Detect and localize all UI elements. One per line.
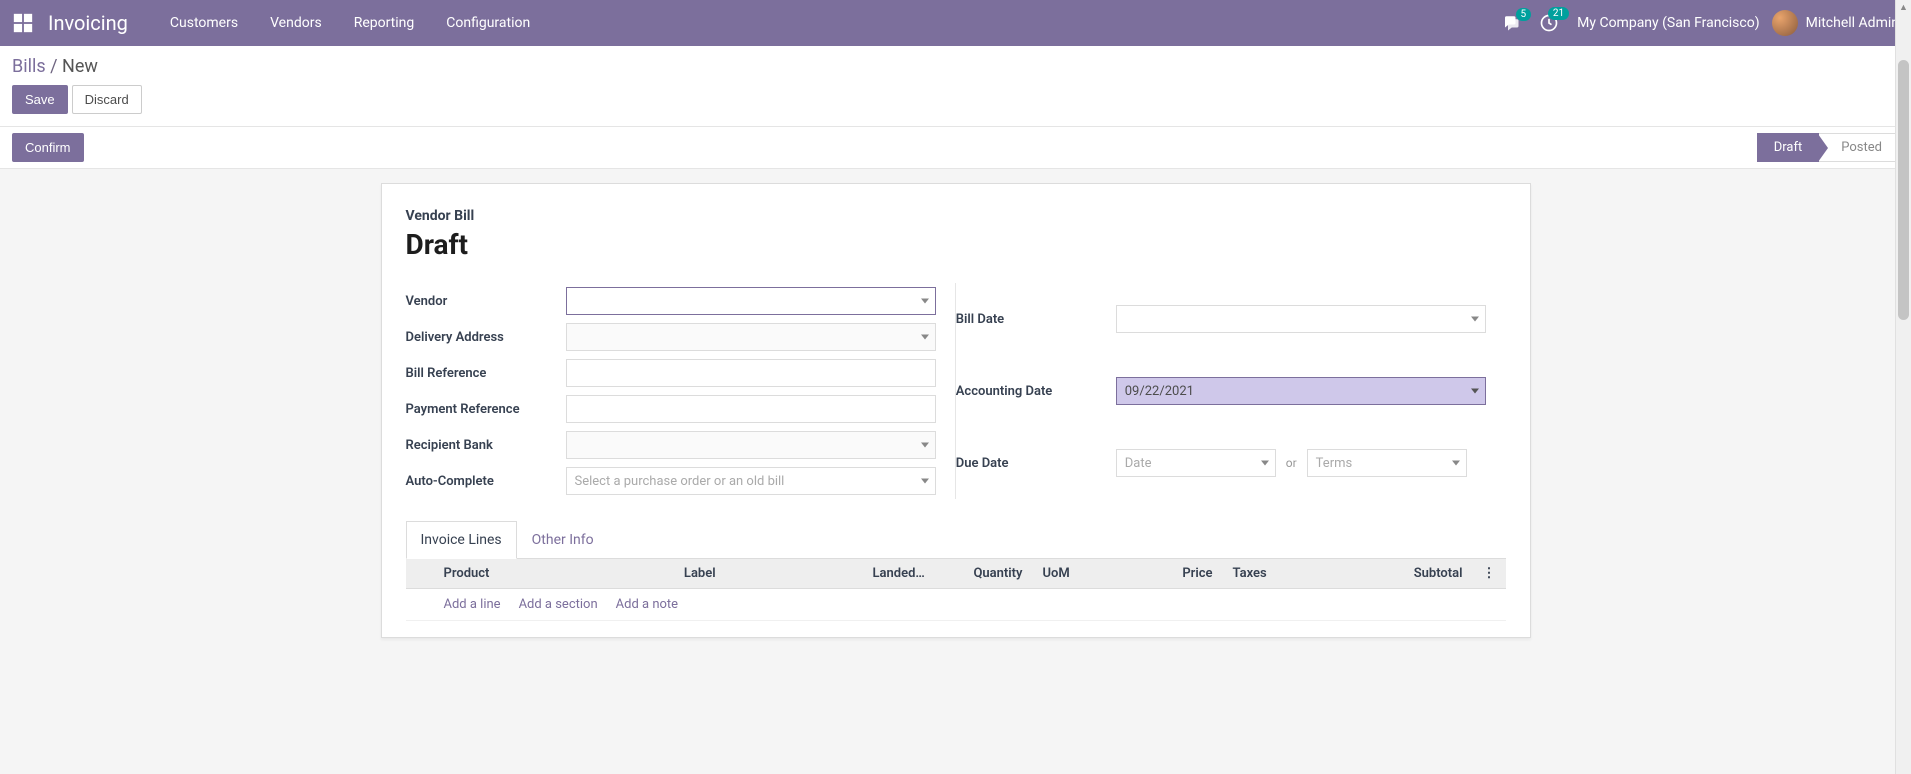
breadcrumb-current: New xyxy=(62,56,98,77)
chevron-down-icon xyxy=(921,299,929,304)
move-type-label: Vendor Bill xyxy=(406,208,1506,224)
due-date-date-input[interactable]: Date xyxy=(1116,449,1276,477)
autocomplete-placeholder: Select a purchase order or an old bill xyxy=(575,474,785,489)
autocomplete-label: Auto-Complete xyxy=(406,463,566,499)
company-selector[interactable]: My Company (San Francisco) xyxy=(1577,15,1759,31)
status-stages: Draft Posted xyxy=(1757,133,1899,162)
form-sheet: Vendor Bill Draft Vendor Delivery Addres… xyxy=(381,183,1531,638)
due-date-or: or xyxy=(1286,456,1297,470)
chevron-down-icon xyxy=(1261,461,1269,466)
recipient-bank-input[interactable] xyxy=(566,431,936,459)
scroll-up-icon[interactable]: ▲ xyxy=(1896,2,1911,13)
chevron-down-icon xyxy=(1452,461,1460,466)
activities-icon[interactable]: 21 xyxy=(1539,13,1559,33)
recipient-bank-label: Recipient Bank xyxy=(406,427,566,463)
add-line-link[interactable]: Add a line xyxy=(444,597,501,612)
scroll-thumb[interactable] xyxy=(1898,60,1909,320)
menu-customers[interactable]: Customers xyxy=(158,2,250,44)
add-section-link[interactable]: Add a section xyxy=(519,597,598,612)
chevron-down-icon xyxy=(1471,317,1479,322)
invoice-lines-wrap: Product Label Landed… Quantity UoM Price… xyxy=(406,559,1506,627)
vertical-scrollbar[interactable]: ▲ xyxy=(1895,0,1911,774)
stage-posted[interactable]: Posted xyxy=(1819,133,1899,162)
col-taxes[interactable]: Taxes xyxy=(1223,559,1353,589)
breadcrumb: Bills / New xyxy=(12,56,1899,77)
messages-icon[interactable]: 5 xyxy=(1501,14,1521,32)
payment-reference-label: Payment Reference xyxy=(406,391,566,427)
col-landed[interactable]: Landed… xyxy=(863,559,943,589)
accounting-date-value: 09/22/2021 xyxy=(1125,384,1194,399)
messages-badge: 5 xyxy=(1516,8,1532,21)
save-button[interactable]: Save xyxy=(12,85,68,114)
bill-reference-label: Bill Reference xyxy=(406,355,566,391)
col-label[interactable]: Label xyxy=(674,559,863,589)
add-links: Add a line Add a section Add a note xyxy=(444,597,1496,612)
avatar xyxy=(1772,10,1798,36)
col-uom[interactable]: UoM xyxy=(1033,559,1133,589)
vendor-label: Vendor xyxy=(406,283,566,319)
breadcrumb-parent[interactable]: Bills xyxy=(12,56,46,77)
user-name: Mitchell Admin xyxy=(1806,15,1899,31)
bill-reference-input[interactable] xyxy=(566,359,936,387)
menu-configuration[interactable]: Configuration xyxy=(434,2,542,44)
breadcrumb-separator: / xyxy=(50,56,62,77)
vendor-input[interactable] xyxy=(566,287,936,315)
due-date-date-placeholder: Date xyxy=(1125,456,1152,471)
col-price[interactable]: Price xyxy=(1133,559,1223,589)
chevron-down-icon xyxy=(921,443,929,448)
due-date-terms-input[interactable]: Terms xyxy=(1307,449,1467,477)
table-add-row: Add a line Add a section Add a note xyxy=(406,589,1506,621)
status-bar: Confirm Draft Posted xyxy=(0,127,1911,169)
bill-date-label: Bill Date xyxy=(956,283,1116,355)
discard-button[interactable]: Discard xyxy=(72,85,142,114)
main-menu: Customers Vendors Reporting Configuratio… xyxy=(158,2,542,44)
invoice-lines-table: Product Label Landed… Quantity UoM Price… xyxy=(406,559,1506,627)
stage-draft[interactable]: Draft xyxy=(1757,133,1820,162)
title-area: Vendor Bill Draft xyxy=(406,208,1506,261)
user-menu[interactable]: Mitchell Admin xyxy=(1772,10,1899,36)
notebook-tabs: Invoice Lines Other Info xyxy=(406,521,1506,559)
chevron-down-icon xyxy=(921,479,929,484)
table-header-row: Product Label Landed… Quantity UoM Price… xyxy=(406,559,1506,589)
delivery-address-input[interactable] xyxy=(566,323,936,351)
due-date-terms-placeholder: Terms xyxy=(1316,456,1353,471)
tab-other-info[interactable]: Other Info xyxy=(517,521,609,559)
top-nav: Invoicing Customers Vendors Reporting Co… xyxy=(0,0,1911,46)
add-note-link[interactable]: Add a note xyxy=(616,597,678,612)
accounting-date-label: Accounting Date xyxy=(956,355,1116,427)
bill-date-input[interactable] xyxy=(1116,305,1486,333)
apps-icon[interactable] xyxy=(12,12,34,34)
nav-right: 5 21 My Company (San Francisco) Mitchell… xyxy=(1501,10,1899,36)
col-product[interactable]: Product xyxy=(434,559,674,589)
form-wrap: Vendor Bill Draft Vendor Delivery Addres… xyxy=(0,169,1911,638)
autocomplete-input[interactable]: Select a purchase order or an old bill xyxy=(566,467,936,495)
payment-reference-input[interactable] xyxy=(566,395,936,423)
activities-badge: 21 xyxy=(1548,7,1569,20)
col-quantity[interactable]: Quantity xyxy=(943,559,1033,589)
group-left: Vendor Delivery Address xyxy=(406,283,956,499)
due-date-label: Due Date xyxy=(956,427,1116,499)
tab-invoice-lines[interactable]: Invoice Lines xyxy=(406,521,517,559)
accounting-date-input[interactable]: 09/22/2021 xyxy=(1116,377,1486,405)
delivery-address-label: Delivery Address xyxy=(406,319,566,355)
group-right: Bill Date Accounting Date 09/22/2021 xyxy=(956,283,1506,499)
menu-reporting[interactable]: Reporting xyxy=(342,2,427,44)
col-options[interactable]: ⋮ xyxy=(1473,559,1506,589)
control-panel: Bills / New Save Discard xyxy=(0,46,1911,127)
button-bar: Save Discard xyxy=(12,85,1899,114)
field-groups: Vendor Delivery Address xyxy=(406,283,1506,499)
confirm-button[interactable]: Confirm xyxy=(12,133,84,162)
col-subtotal[interactable]: Subtotal xyxy=(1353,559,1473,589)
col-handle xyxy=(406,559,434,589)
brand-title[interactable]: Invoicing xyxy=(48,11,128,35)
record-name: Draft xyxy=(406,228,1506,261)
menu-vendors[interactable]: Vendors xyxy=(258,2,334,44)
chevron-down-icon xyxy=(921,335,929,340)
chevron-down-icon xyxy=(1471,389,1479,394)
